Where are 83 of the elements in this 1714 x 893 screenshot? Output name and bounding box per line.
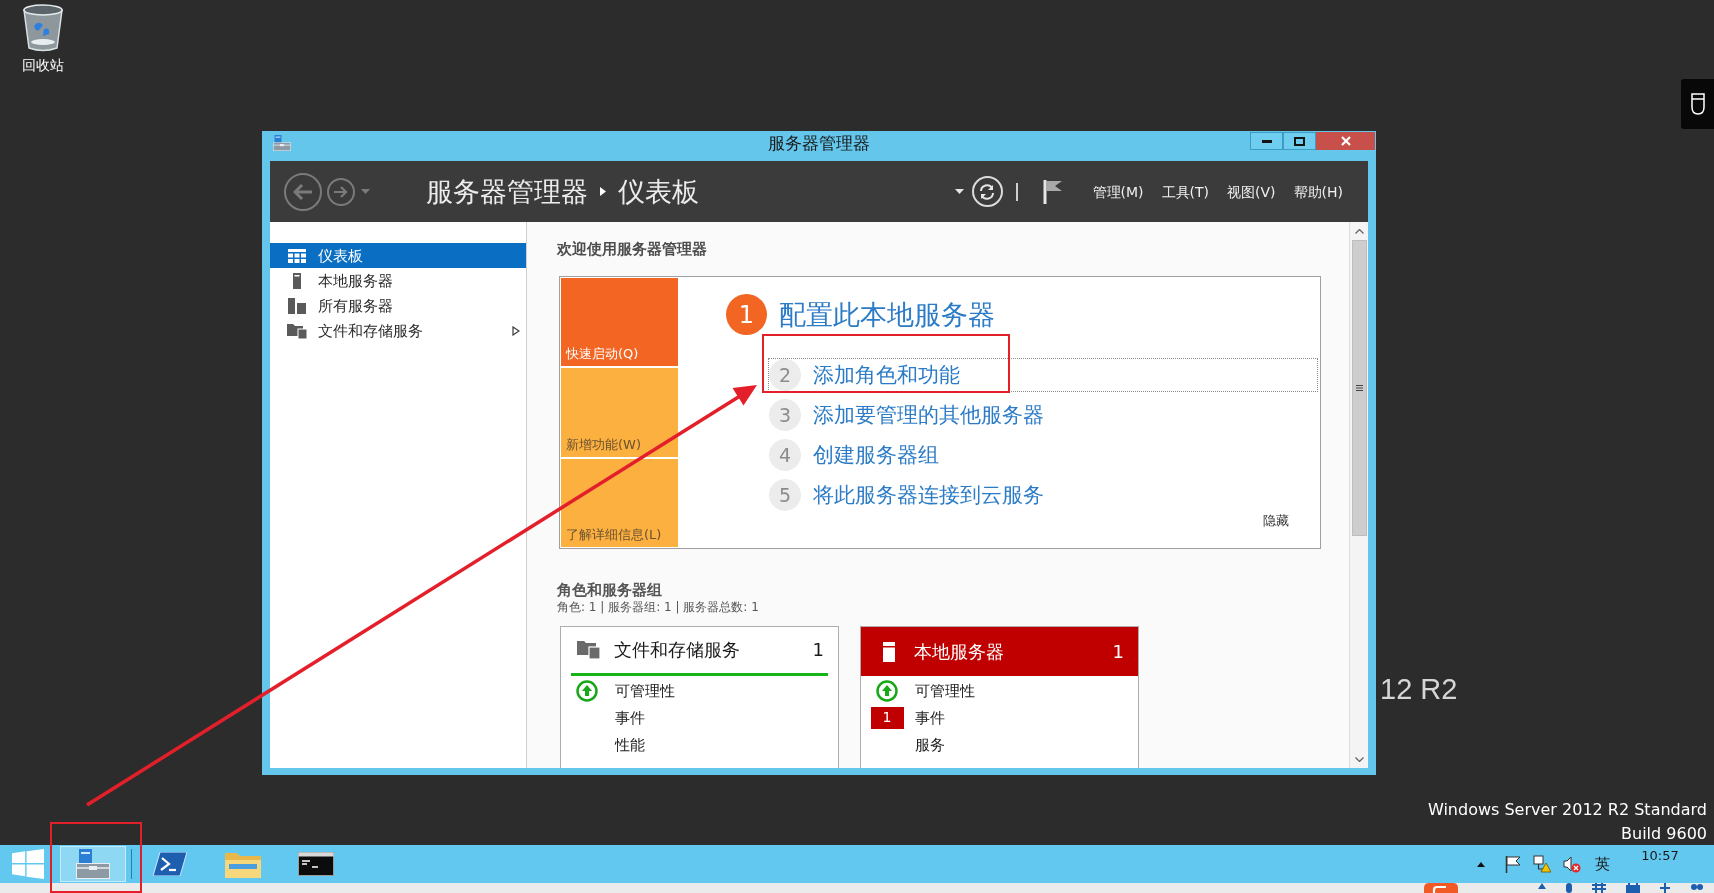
folder-server-icon — [577, 640, 601, 660]
server-toolbox-icon — [273, 135, 291, 151]
toolbar-icon — [1660, 883, 1670, 893]
speaker-muted-icon[interactable] — [1563, 855, 1581, 873]
arrow-left-icon — [293, 183, 313, 200]
toolbar-icon — [1566, 883, 1572, 893]
ime-logo-icon — [1424, 883, 1458, 893]
step-link[interactable]: 5 将此服务器连接到云服务 — [768, 478, 1318, 512]
maximize-icon — [1294, 136, 1305, 146]
side-tab[interactable] — [1681, 79, 1714, 129]
prompt-icon — [153, 852, 187, 876]
quick-start-tile[interactable]: 新增功能(W) — [561, 368, 678, 457]
server-icon — [883, 641, 895, 662]
step-link[interactable]: 4 创建服务器组 — [768, 438, 1318, 472]
menu-item[interactable]: 视图(V) — [1227, 182, 1276, 201]
step-number: 1 — [726, 294, 767, 335]
caret-up-icon[interactable] — [1477, 861, 1485, 867]
breadcrumb-item[interactable]: 服务器管理器 — [426, 173, 588, 210]
grip-lines-icon — [1355, 385, 1363, 391]
minimize-button[interactable] — [1250, 132, 1283, 150]
tile-count: 1 — [1112, 639, 1124, 664]
tile-row-label[interactable]: 可管理性 — [615, 680, 675, 701]
console-icon — [298, 852, 334, 876]
configure-link[interactable]: 配置此本地服务器 — [779, 297, 995, 332]
step-number: 5 — [769, 479, 801, 511]
breadcrumb-item[interactable]: 仪表板 — [618, 173, 699, 210]
menu-item[interactable]: 工具(T) — [1161, 182, 1210, 201]
maximize-button[interactable] — [1283, 132, 1316, 150]
build-text: Build 9600 — [1621, 823, 1707, 845]
scrollbar-thumb[interactable] — [1351, 240, 1367, 536]
toolbar-icon — [1690, 883, 1704, 893]
input-method-indicator[interactable]: 英 — [1595, 854, 1610, 874]
tile-row-label[interactable]: 事件 — [915, 707, 945, 728]
tile-count: 1 — [812, 638, 824, 662]
wallpaper-text: 12 R2 — [1380, 672, 1458, 707]
clock[interactable]: 10:57 — [1636, 847, 1684, 865]
chevron-down-icon — [1354, 756, 1364, 762]
server-toolbox-icon — [76, 849, 110, 879]
tile-row-label[interactable]: 可管理性 — [915, 680, 975, 701]
recycle-bin-icon — [22, 4, 64, 52]
toolbar-icon — [1626, 883, 1640, 893]
network-warning-icon[interactable] — [1533, 855, 1551, 873]
flag-icon[interactable] — [1042, 179, 1063, 204]
roles-summary: 角色: 1 | 服务器组: 1 | 服务器总数: 1 — [557, 599, 760, 615]
section-heading: 欢迎使用服务器管理器 — [557, 240, 708, 258]
edition-text: Windows Server 2012 R2 Standard — [1427, 799, 1707, 821]
minimize-icon — [1261, 139, 1272, 143]
menu-item[interactable]: 帮助(H) — [1293, 182, 1343, 201]
folder-server-icon — [287, 322, 307, 339]
tile-header[interactable]: 本地服务器 1 — [861, 627, 1138, 676]
servers-icon — [288, 297, 306, 314]
tile-title: 本地服务器 — [914, 639, 1005, 664]
section-heading: 角色和服务器组 — [557, 582, 663, 599]
tile-row-label[interactable]: 性能 — [615, 734, 645, 755]
step-number: 4 — [769, 439, 801, 471]
count-badge: 1 — [870, 706, 904, 729]
close-icon — [1340, 136, 1351, 146]
step-link[interactable]: 3 添加要管理的其他服务器 — [768, 398, 1318, 432]
tile-row-label[interactable]: 服务 — [915, 734, 945, 755]
step-link[interactable]: 2 添加角色和功能 — [768, 358, 1318, 392]
tile-row-label[interactable]: 事件 — [615, 707, 645, 728]
server-icon — [293, 272, 301, 289]
tile-title: 文件和存储服务 — [614, 638, 741, 662]
folder-icon — [225, 850, 261, 878]
chevron-up-icon — [1354, 228, 1364, 234]
close-button[interactable] — [1316, 132, 1375, 150]
menu-item[interactable]: 管理(M) — [1092, 182, 1144, 201]
mouse-icon — [1690, 93, 1705, 115]
toolbar-icon — [1592, 883, 1606, 893]
hide-link[interactable]: 隐藏 — [1263, 512, 1289, 529]
arrow-right-icon — [334, 185, 348, 198]
flag-icon[interactable] — [1505, 855, 1521, 873]
step-number: 2 — [769, 359, 801, 391]
refresh-button[interactable] — [971, 176, 1003, 207]
windows-logo-icon — [12, 849, 44, 879]
window-title: 服务器管理器 — [768, 132, 870, 155]
sidebar-item[interactable]: 仪表板 — [270, 243, 526, 268]
breadcrumb-arrow-icon — [600, 187, 606, 196]
quick-start-tile[interactable]: 了解详细信息(L) — [561, 458, 678, 547]
refresh-icon — [979, 183, 996, 200]
caret-down-icon[interactable] — [954, 189, 964, 194]
grid-icon — [288, 248, 306, 263]
step-number: 3 — [769, 399, 801, 431]
